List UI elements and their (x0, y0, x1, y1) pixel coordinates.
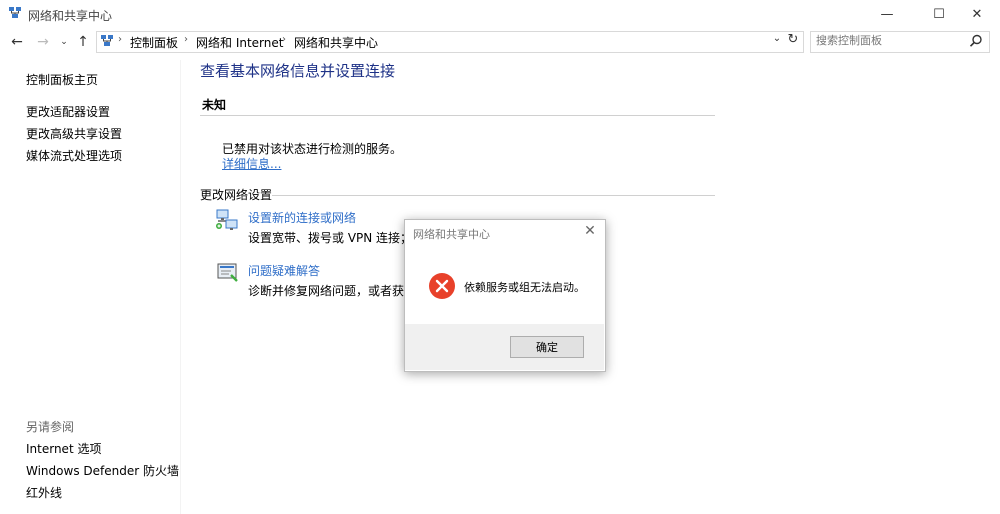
breadcrumb-network-internet[interactable]: 网络和 Internet (196, 34, 283, 51)
infrared-link[interactable]: 红外线 (26, 484, 62, 501)
window-title: 网络和共享中心 (28, 9, 113, 23)
page-title: 查看基本网络信息并设置连接 (200, 62, 396, 80)
setup-new-connection-description: 设置宽带、拨号或 VPN 连接；或 (248, 231, 425, 245)
internet-options-link[interactable]: Internet 选项 (26, 440, 101, 457)
troubleshoot-icon (216, 261, 240, 283)
refresh-icon[interactable]: ↻ (786, 32, 800, 47)
search-icon[interactable] (968, 33, 984, 49)
troubleshoot-link[interactable]: 问题疑难解答 (248, 262, 320, 279)
forward-arrow-icon[interactable]: → (34, 33, 52, 51)
network-center-icon (8, 6, 22, 20)
change-network-settings-heading: 更改网络设置 (200, 188, 273, 202)
see-also-heading: 另请参阅 (26, 420, 75, 434)
defender-firewall-link[interactable]: Windows Defender 防火墙 (26, 462, 179, 479)
breadcrumb-separator: › (118, 34, 122, 45)
troubleshoot-description: 诊断并修复网络问题，或者获得疑 (248, 284, 429, 298)
change-advanced-sharing-link[interactable]: 更改高级共享设置 (26, 125, 122, 142)
address-dropdown-icon[interactable]: ⌄ (770, 33, 784, 44)
section-divider (272, 195, 715, 196)
media-streaming-options-link[interactable]: 媒体流式处理选项 (26, 147, 122, 164)
minimize-button[interactable]: — (864, 0, 910, 28)
new-connection-icon (214, 208, 240, 232)
breadcrumb-control-panel[interactable]: 控制面板 (130, 34, 178, 51)
close-button[interactable]: ✕ (954, 0, 1000, 28)
setup-new-connection-link[interactable]: 设置新的连接或网络 (248, 209, 356, 226)
title-bar (0, 0, 1000, 28)
more-info-link[interactable]: 详细信息... (222, 155, 281, 172)
breadcrumb-separator: › (184, 34, 188, 45)
dialog-close-icon[interactable]: ✕ (580, 223, 600, 241)
left-pane-divider (180, 60, 181, 514)
control-panel-home-link[interactable]: 控制面板主页 (26, 71, 98, 88)
ok-button[interactable]: 确定 (510, 336, 584, 358)
up-arrow-icon[interactable]: ↑ (74, 33, 92, 51)
recent-locations-chevron-icon[interactable]: ⌄ (58, 33, 70, 51)
breadcrumb-network-sharing-center[interactable]: 网络和共享中心 (294, 34, 378, 51)
dialog-title: 网络和共享中心 (413, 228, 490, 241)
search-input[interactable] (816, 34, 966, 47)
section-divider (200, 115, 715, 116)
control-panel-icon (100, 34, 114, 48)
change-adapter-settings-link[interactable]: 更改适配器设置 (26, 103, 110, 120)
breadcrumb-separator: › (282, 34, 286, 45)
error-icon (428, 272, 456, 300)
network-name: 未知 (202, 98, 227, 112)
dialog-message: 依赖服务或组无法启动。 (464, 281, 585, 294)
back-arrow-icon[interactable]: ← (8, 33, 26, 51)
